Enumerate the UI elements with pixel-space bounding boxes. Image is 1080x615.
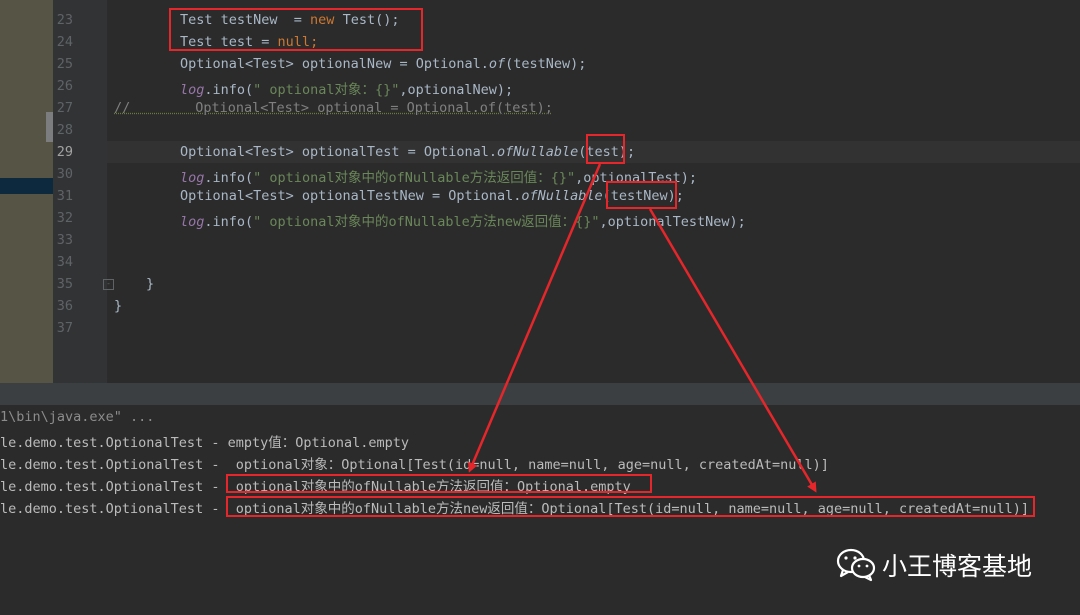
fold-marker-icon[interactable]: - [103,279,114,290]
code-token: .info( [204,214,254,230]
annotation-box-test-arg [586,134,625,164]
code-token: Optional<Test> optionalTest = Optional. [180,144,497,160]
method-token: ofNullable [521,188,603,204]
selected-tree-item[interactable] [0,178,53,194]
code-token: Optional<Test> optionalNew = Optional. [180,56,489,72]
string-token: " optional对象：{}" [253,82,400,98]
line-number: 37 [56,320,73,336]
code-line-32[interactable]: log.info(" optional对象中的ofNullable方法new返回… [180,210,746,230]
line-number: 35 [56,276,73,292]
line-number: 34 [56,254,73,270]
annotation-box-present-result [226,496,1035,517]
code-line-35[interactable]: } [146,276,154,292]
watermark-text: 小王博客基地 [882,552,1033,581]
string-token: " optional对象中的ofNullable方法返回值：{}" [253,170,576,186]
line-number: 27 [56,100,73,116]
string-token: " optional对象中的ofNullable方法new返回值：{}" [253,214,600,230]
project-panel-edge[interactable] [0,0,53,383]
annotation-box-declarations [169,8,423,51]
line-number: 36 [56,298,73,314]
code-token: ,optionalTestNew); [599,214,746,230]
line-number: 26 [56,78,73,94]
line-number-current: 29 [56,144,73,160]
run-panel-header[interactable] [0,383,1080,405]
code-token: (testNew); [505,56,587,72]
line-number: 25 [56,56,73,72]
console-line: le.demo.test.OptionalTest - empty值：Optio… [0,435,410,451]
wechat-icon [836,548,876,582]
field-token: log [180,82,205,98]
code-line-29[interactable]: Optional<Test> optionalTest = Optional.o… [180,144,635,160]
code-token: .info( [204,170,254,186]
line-number: 24 [56,34,73,50]
line-number: 33 [56,232,73,248]
code-line-25[interactable]: Optional<Test> optionalNew = Optional.of… [180,56,586,72]
code-token: .info( [204,82,254,98]
line-number: 30 [56,166,73,182]
field-token: log [180,170,205,186]
code-line-26[interactable]: log.info(" optional对象：{}",optionalNew); [180,78,513,98]
method-token: of [488,56,506,72]
code-line-27-comment[interactable]: // Optional<Test> optional = Optional.of… [114,100,553,116]
code-token: Optional<Test> optionalTestNew = Optiona… [180,188,522,204]
annotation-box-testnew-arg [606,181,677,209]
console-line: le.demo.test.OptionalTest - optional对象：O… [0,457,829,473]
code-line-36[interactable]: } [114,298,122,314]
field-token: log [180,214,205,230]
line-number: 23 [56,12,73,28]
line-number: 32 [56,210,73,226]
annotation-box-empty-result [226,474,652,493]
code-token: ,optionalNew); [399,82,514,98]
watermark: 小王博客基地 [836,545,1032,585]
method-token: ofNullable [496,144,579,160]
console-line-command: 1\bin\java.exe" ... [0,409,155,425]
line-number: 28 [56,122,73,138]
line-number: 31 [56,188,73,204]
code-editor[interactable]: 23 24 25 26 27 28 29 30 31 32 33 34 35 3… [0,0,1080,383]
panel-scroll-thumb[interactable] [46,112,53,142]
